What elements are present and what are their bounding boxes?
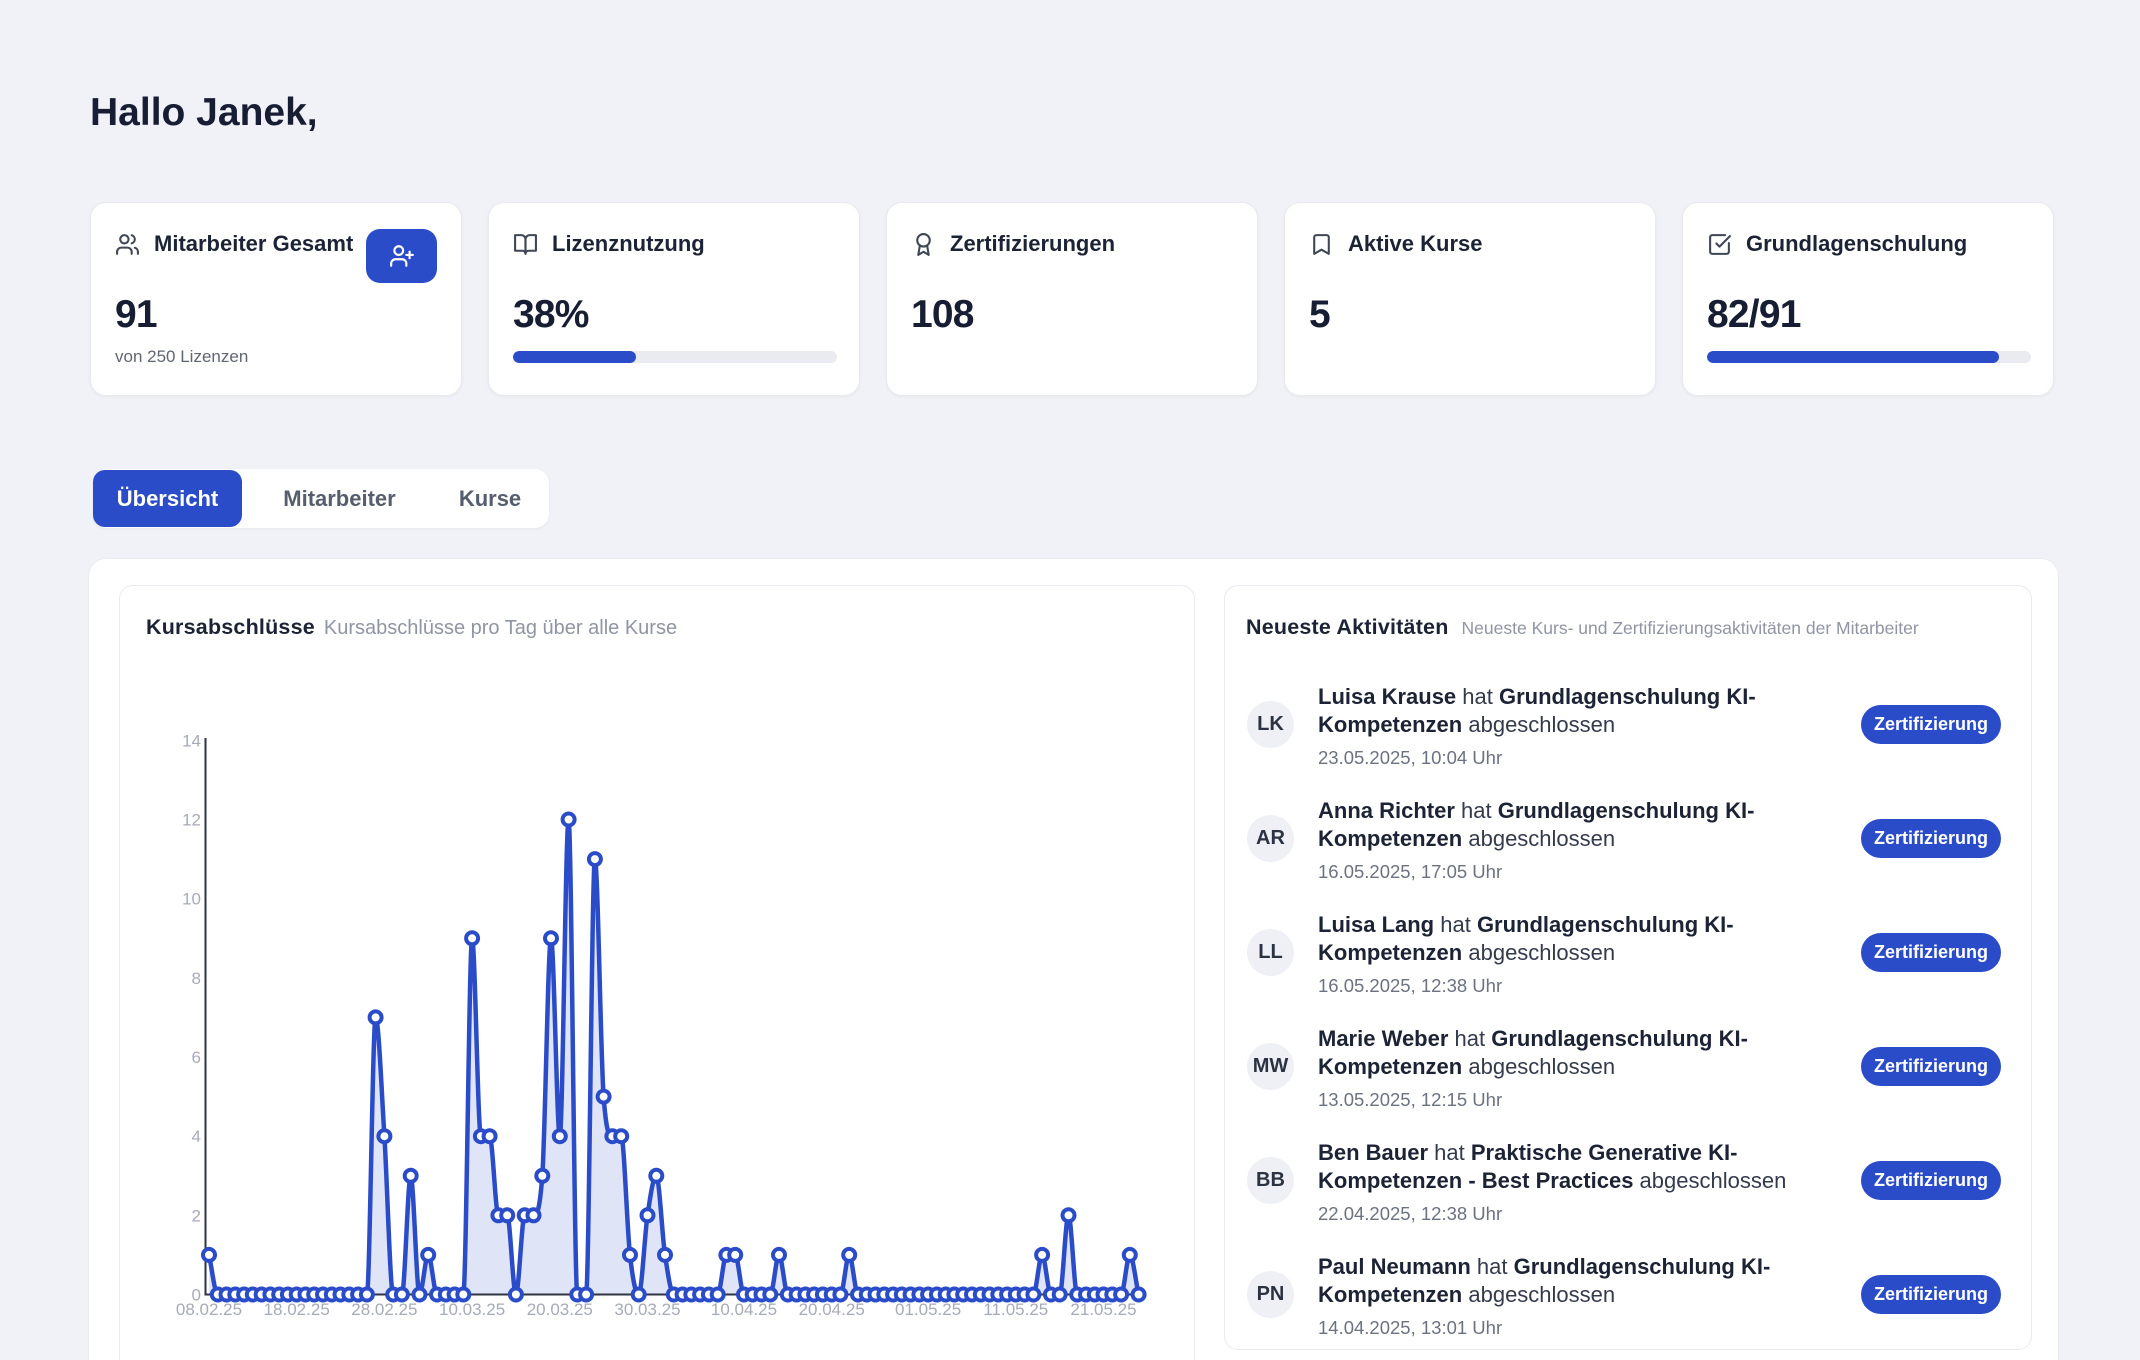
svg-text:18.02.25: 18.02.25 — [264, 1300, 330, 1319]
svg-text:10.04.25: 10.04.25 — [711, 1300, 777, 1319]
svg-text:30.03.25: 30.03.25 — [614, 1300, 680, 1319]
svg-text:14: 14 — [182, 731, 201, 750]
svg-text:20.04.25: 20.04.25 — [799, 1300, 865, 1319]
svg-text:08.02.25: 08.02.25 — [176, 1300, 242, 1319]
svg-text:20.03.25: 20.03.25 — [527, 1300, 593, 1319]
svg-text:11.05.25: 11.05.25 — [983, 1300, 1048, 1319]
svg-text:8: 8 — [192, 969, 201, 988]
svg-text:2: 2 — [192, 1206, 201, 1225]
svg-text:10: 10 — [182, 890, 201, 909]
svg-text:21.05.25: 21.05.25 — [1070, 1300, 1136, 1319]
svg-text:10.03.25: 10.03.25 — [439, 1300, 505, 1319]
svg-text:4: 4 — [192, 1127, 201, 1146]
svg-text:01.05.25: 01.05.25 — [895, 1300, 961, 1319]
svg-text:12: 12 — [182, 811, 201, 830]
svg-text:6: 6 — [192, 1048, 201, 1067]
svg-text:28.02.25: 28.02.25 — [351, 1300, 417, 1319]
